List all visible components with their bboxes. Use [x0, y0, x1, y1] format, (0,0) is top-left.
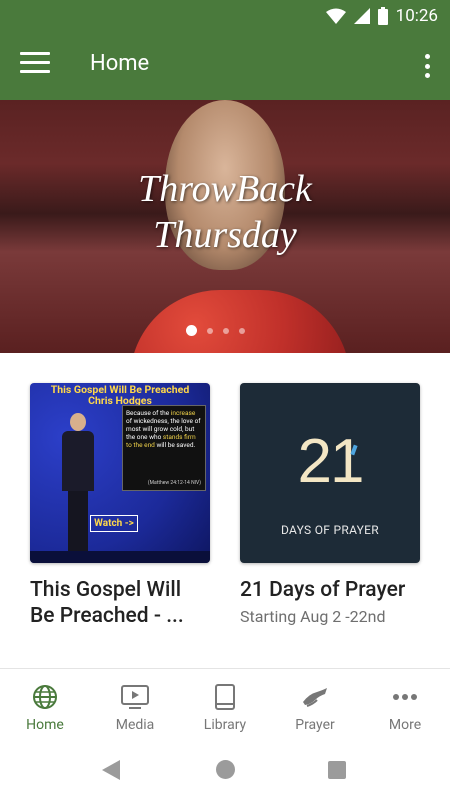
scripture-reference: (Matthew 24:12-14 NIV) [147, 480, 201, 486]
home-button-icon[interactable] [216, 760, 235, 779]
carousel-dot[interactable] [207, 327, 213, 334]
page-title: Home [90, 51, 150, 76]
hero-banner[interactable]: ThrowBack Thursday [0, 100, 450, 353]
status-icons: 10:26 [325, 6, 438, 26]
carousel-dot[interactable] [223, 327, 229, 334]
status-time: 10:26 [395, 6, 438, 26]
card-title: 21 Days of Prayer [240, 578, 406, 602]
back-icon[interactable] [102, 760, 120, 780]
wifi-icon [325, 8, 346, 24]
globe-icon [31, 683, 59, 711]
card-title: This Gospel Will Be Preached - ... [30, 578, 184, 628]
hero-title: ThrowBack Thursday [0, 166, 450, 258]
thumb-caption: DAYS OF PRAYER [281, 523, 379, 537]
tv-icon [121, 683, 149, 711]
menu-icon[interactable] [20, 52, 50, 80]
card-gospel[interactable]: This Gospel Will Be Preached Chris Hodge… [30, 383, 210, 629]
scripture-highlight: increase [170, 409, 196, 417]
nav-label: More [388, 717, 422, 733]
content-cards: This Gospel Will Be Preached Chris Hodge… [0, 353, 450, 669]
nav-item-home[interactable]: Home [0, 669, 90, 739]
nav-item-more[interactable]: More [360, 669, 450, 739]
nav-label: Prayer [295, 717, 335, 733]
nav-item-prayer[interactable]: Prayer [270, 669, 360, 739]
app-bar: Home [0, 32, 450, 100]
status-bar: 10:26 [0, 0, 450, 32]
praying-hands-icon [301, 683, 329, 711]
hero-title-line1: ThrowBack [138, 168, 312, 210]
hero-title-line2: Thursday [153, 214, 297, 256]
card-thumbnail[interactable]: 21 DAYS OF PRAYER [240, 383, 420, 563]
battery-icon [377, 7, 388, 25]
nav-label: Home [26, 717, 64, 733]
hero-image-dress [130, 290, 350, 353]
book-icon [211, 683, 239, 711]
more-dots-icon [391, 683, 419, 711]
bottom-navigation: Home Media Library Prayer More [0, 669, 450, 739]
scripture-panel: Because of the increase of wickedness, t… [122, 405, 206, 491]
thumb-number: 21 [297, 427, 365, 496]
scripture-text: will be saved. [154, 441, 196, 449]
overflow-menu-icon[interactable] [420, 52, 434, 80]
card-subtitle: Starting Aug 2 -22nd [240, 607, 386, 626]
nav-item-library[interactable]: Library [180, 669, 270, 739]
carousel-indicator [186, 325, 245, 336]
watch-label: Watch -> [90, 515, 138, 532]
scripture-text: Because of the [126, 409, 171, 417]
carousel-dot[interactable] [239, 327, 245, 334]
recent-apps-icon[interactable] [328, 761, 346, 779]
stage [30, 551, 210, 563]
carousel-dot-active[interactable] [186, 325, 197, 336]
nav-item-media[interactable]: Media [90, 669, 180, 739]
nav-label: Library [203, 717, 247, 733]
signal-icon [353, 8, 370, 24]
thumb-heading: This Gospel Will Be Preached Chris Hodge… [30, 383, 210, 406]
card-thumbnail[interactable]: This Gospel Will Be Preached Chris Hodge… [30, 383, 210, 563]
nav-label: Media [115, 717, 155, 733]
card-prayer[interactable]: 21 DAYS OF PRAYER 21 Days of Prayer Star… [240, 383, 420, 626]
speaker-figure [60, 413, 96, 553]
system-navigation-bar [0, 739, 450, 800]
